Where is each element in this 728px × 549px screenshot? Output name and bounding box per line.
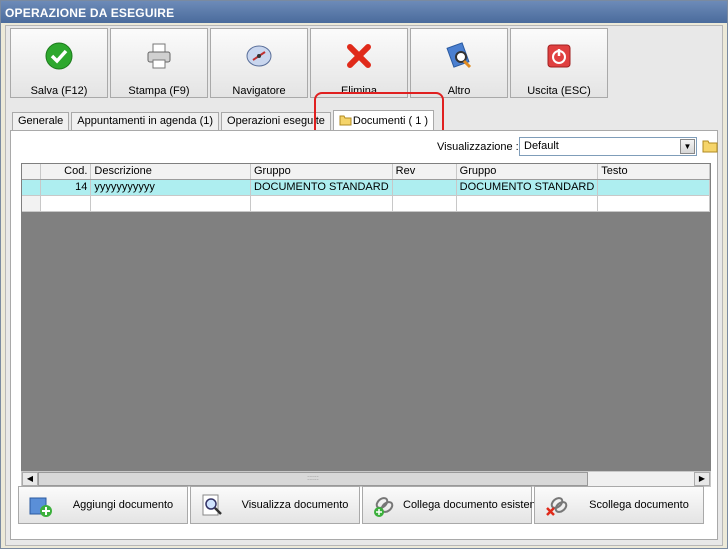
- column-header[interactable]: Testo: [597, 164, 710, 180]
- scroll-right-icon[interactable]: ▶: [694, 472, 710, 486]
- row-indicator: [22, 179, 42, 196]
- view-select[interactable]: Default ▼: [519, 137, 697, 156]
- exit-button[interactable]: Uscita (ESC): [510, 28, 608, 98]
- row-indicator: [22, 195, 42, 212]
- client-area: Salva (F12) Stampa (F9) Navigatore Elimi…: [5, 25, 723, 546]
- table-cell: DOCUMENTO STANDARD: [456, 179, 599, 196]
- table-cell: [90, 195, 251, 212]
- table-cell: [392, 195, 457, 212]
- table-cell: [40, 195, 92, 212]
- column-header[interactable]: Gruppo: [456, 164, 599, 180]
- link-document-label: Collega documento esistente: [403, 499, 545, 511]
- save-label: Salva (F12): [30, 85, 88, 97]
- table-row[interactable]: 14 yyyyyyyyyyy DOCUMENTO STANDARD DOCUME…: [22, 179, 710, 196]
- table-cell: yyyyyyyyyyy: [90, 179, 251, 196]
- delete-x-icon: [344, 41, 374, 71]
- navigator-label: Navigatore: [232, 85, 286, 97]
- table-cell: DOCUMENTO STANDARD: [250, 179, 393, 196]
- magnifier-document-icon: [199, 492, 225, 518]
- view-document-button[interactable]: Visualizza documento: [190, 486, 360, 524]
- documents-grid: Cod. Descrizione Gruppo Rev Gruppo Testo…: [21, 163, 711, 479]
- add-document-button[interactable]: Aggiungi documento: [18, 486, 188, 524]
- search-document-icon: [444, 41, 474, 71]
- documents-table: Cod. Descrizione Gruppo Rev Gruppo Testo…: [22, 164, 710, 212]
- column-header[interactable]: Gruppo: [250, 164, 393, 180]
- column-header[interactable]: Descrizione: [90, 164, 251, 180]
- unlink-document-label: Scollega documento: [589, 499, 689, 511]
- unlink-document-button[interactable]: Scollega documento: [534, 486, 704, 524]
- check-icon: [44, 41, 74, 71]
- dropdown-arrow-icon[interactable]: ▼: [680, 139, 695, 154]
- column-header[interactable]: Cod.: [40, 164, 92, 180]
- horizontal-scrollbar[interactable]: ◀ :::::: ▶: [21, 471, 711, 487]
- toolbar: Salva (F12) Stampa (F9) Navigatore Elimi…: [10, 28, 608, 100]
- tab-generale[interactable]: Generale: [12, 112, 70, 130]
- table-cell: 14: [40, 179, 92, 196]
- open-folder-icon[interactable]: [701, 137, 719, 155]
- print-button[interactable]: Stampa (F9): [110, 28, 208, 98]
- scroll-left-icon[interactable]: ◀: [22, 472, 38, 486]
- other-button[interactable]: Altro: [410, 28, 508, 98]
- power-icon: [544, 41, 574, 71]
- view-select-value: Default: [524, 140, 559, 152]
- table-header-row: Cod. Descrizione Gruppo Rev Gruppo Testo: [22, 164, 710, 180]
- print-label: Stampa (F9): [128, 85, 190, 97]
- view-document-label: Visualizza documento: [241, 499, 349, 511]
- column-header[interactable]: Rev: [392, 164, 457, 180]
- compass-icon: [244, 41, 274, 71]
- add-document-label: Aggiungi documento: [72, 499, 174, 511]
- table-cell: [392, 179, 457, 196]
- documents-panel: Visualizzazione : Default ▼ Cod. Descriz…: [10, 130, 718, 540]
- add-document-icon: [27, 492, 53, 518]
- table-cell: [250, 195, 393, 212]
- navigator-button[interactable]: Navigatore: [210, 28, 308, 98]
- link-document-button[interactable]: Collega documento esistente: [362, 486, 545, 524]
- table-row-new[interactable]: [22, 195, 710, 212]
- table-cell: [597, 179, 710, 196]
- delete-button[interactable]: Elimina: [310, 28, 408, 98]
- document-actions: Aggiungi documento Visualizza documento …: [18, 486, 704, 524]
- table-cell: [456, 195, 599, 212]
- scrollbar-thumb[interactable]: ::::::: [38, 472, 588, 486]
- window-title: OPERAZIONE DA ESEGUIRE: [1, 1, 727, 23]
- link-remove-icon: [543, 492, 569, 518]
- printer-icon: [144, 41, 174, 71]
- exit-label: Uscita (ESC): [527, 85, 591, 97]
- dialog-window: OPERAZIONE DA ESEGUIRE Salva (F12) Stamp…: [0, 0, 728, 549]
- other-label: Altro: [447, 85, 471, 97]
- tab-appuntamenti[interactable]: Appuntamenti in agenda (1): [71, 112, 220, 130]
- link-add-icon: [371, 492, 397, 518]
- table-cell: [597, 195, 710, 212]
- view-label: Visualizzazione :: [437, 141, 519, 153]
- save-button[interactable]: Salva (F12): [10, 28, 108, 98]
- row-indicator-header: [22, 164, 42, 180]
